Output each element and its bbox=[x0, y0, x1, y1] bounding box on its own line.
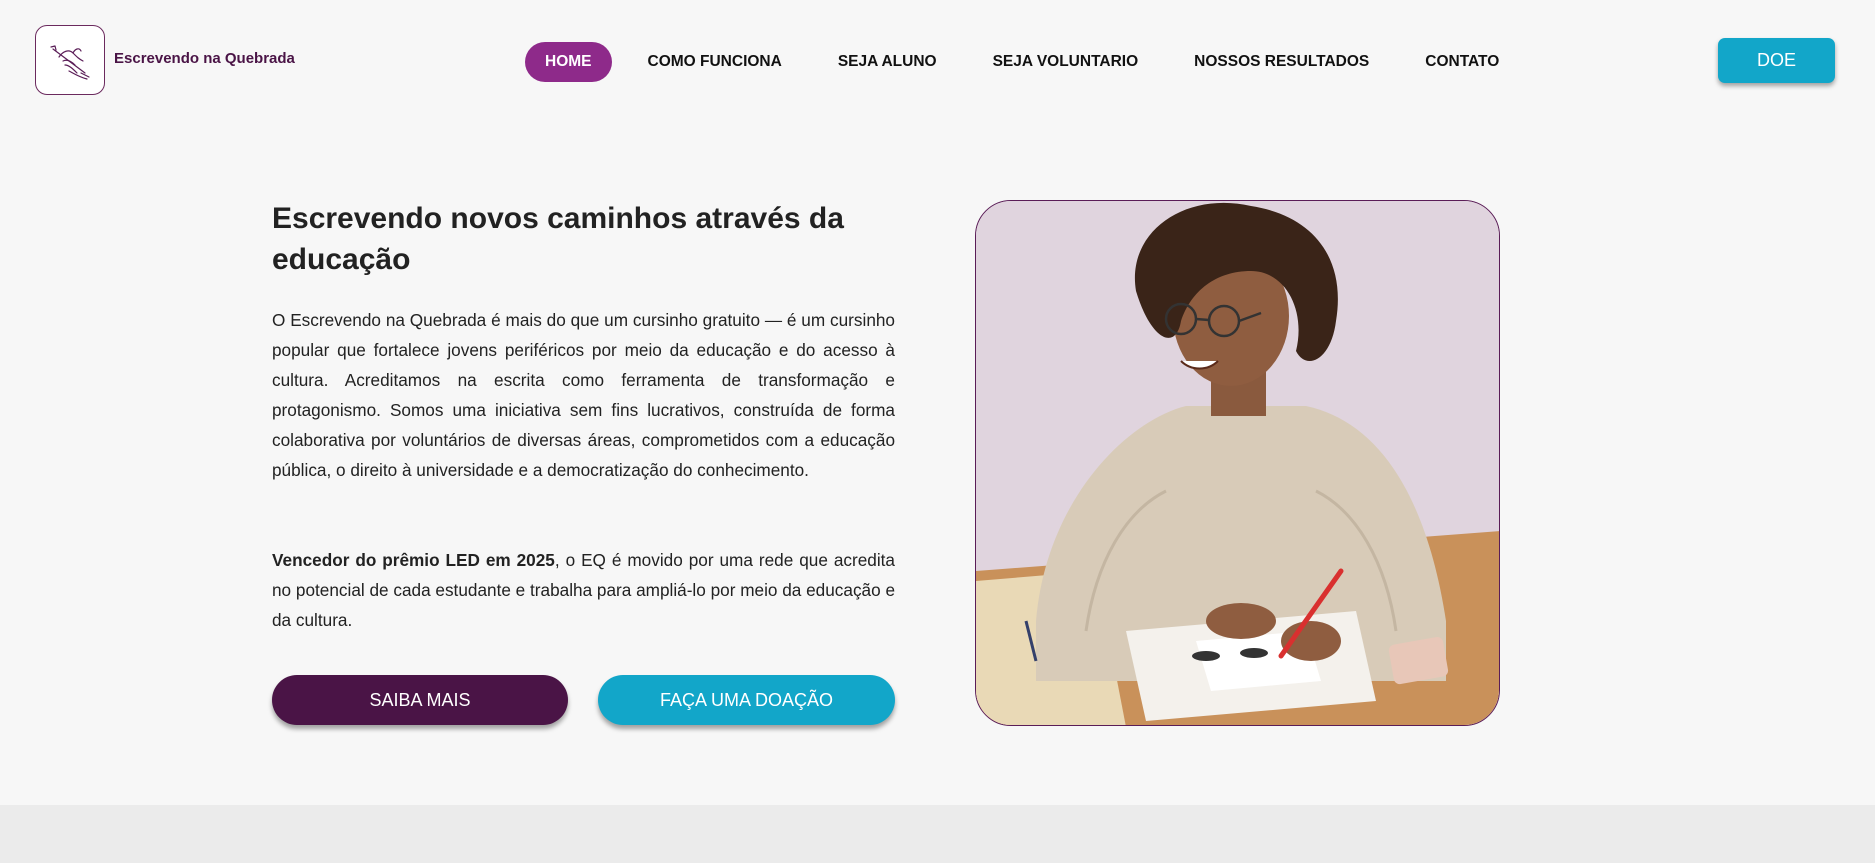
nav-item-seja-aluno[interactable]: SEJA ALUNO bbox=[818, 42, 957, 82]
main-nav: HOME COMO FUNCIONA SEJA ALUNO SEJA VOLUN… bbox=[525, 42, 1535, 82]
hero-paragraph-award: Vencedor do prêmio LED em 2025, o EQ é m… bbox=[272, 545, 895, 635]
donate-button[interactable]: DOE bbox=[1718, 38, 1835, 83]
award-highlight: Vencedor do prêmio LED em 2025 bbox=[272, 550, 555, 570]
learn-more-button[interactable]: SAIBA MAIS bbox=[272, 675, 568, 725]
hero-photo-student bbox=[975, 200, 1500, 726]
nav-item-nossos-resultados[interactable]: NOSSOS RESULTADOS bbox=[1174, 42, 1389, 82]
hero-title: Escrevendo novos caminhos através da edu… bbox=[272, 202, 844, 276]
next-section-band bbox=[0, 805, 1875, 863]
logo[interactable] bbox=[35, 25, 105, 95]
hero-paragraph-intro: O Escrevendo na Quebrada é mais do que u… bbox=[272, 310, 895, 480]
nav-item-contato[interactable]: CONTATO bbox=[1405, 42, 1519, 82]
make-donation-button[interactable]: FAÇA UMA DOAÇÃO bbox=[598, 675, 895, 725]
hand-writing-icon bbox=[50, 45, 90, 80]
nav-item-home[interactable]: HOME bbox=[525, 42, 612, 82]
nav-item-seja-voluntario[interactable]: SEJA VOLUNTARIO bbox=[973, 42, 1159, 82]
brand-name[interactable]: Escrevendo na Quebrada bbox=[114, 50, 295, 67]
student-illustration bbox=[976, 201, 1499, 725]
site-header: Escrevendo na Quebrada HOME COMO FUNCION… bbox=[0, 0, 1875, 120]
nav-item-como-funciona[interactable]: COMO FUNCIONA bbox=[628, 42, 802, 82]
